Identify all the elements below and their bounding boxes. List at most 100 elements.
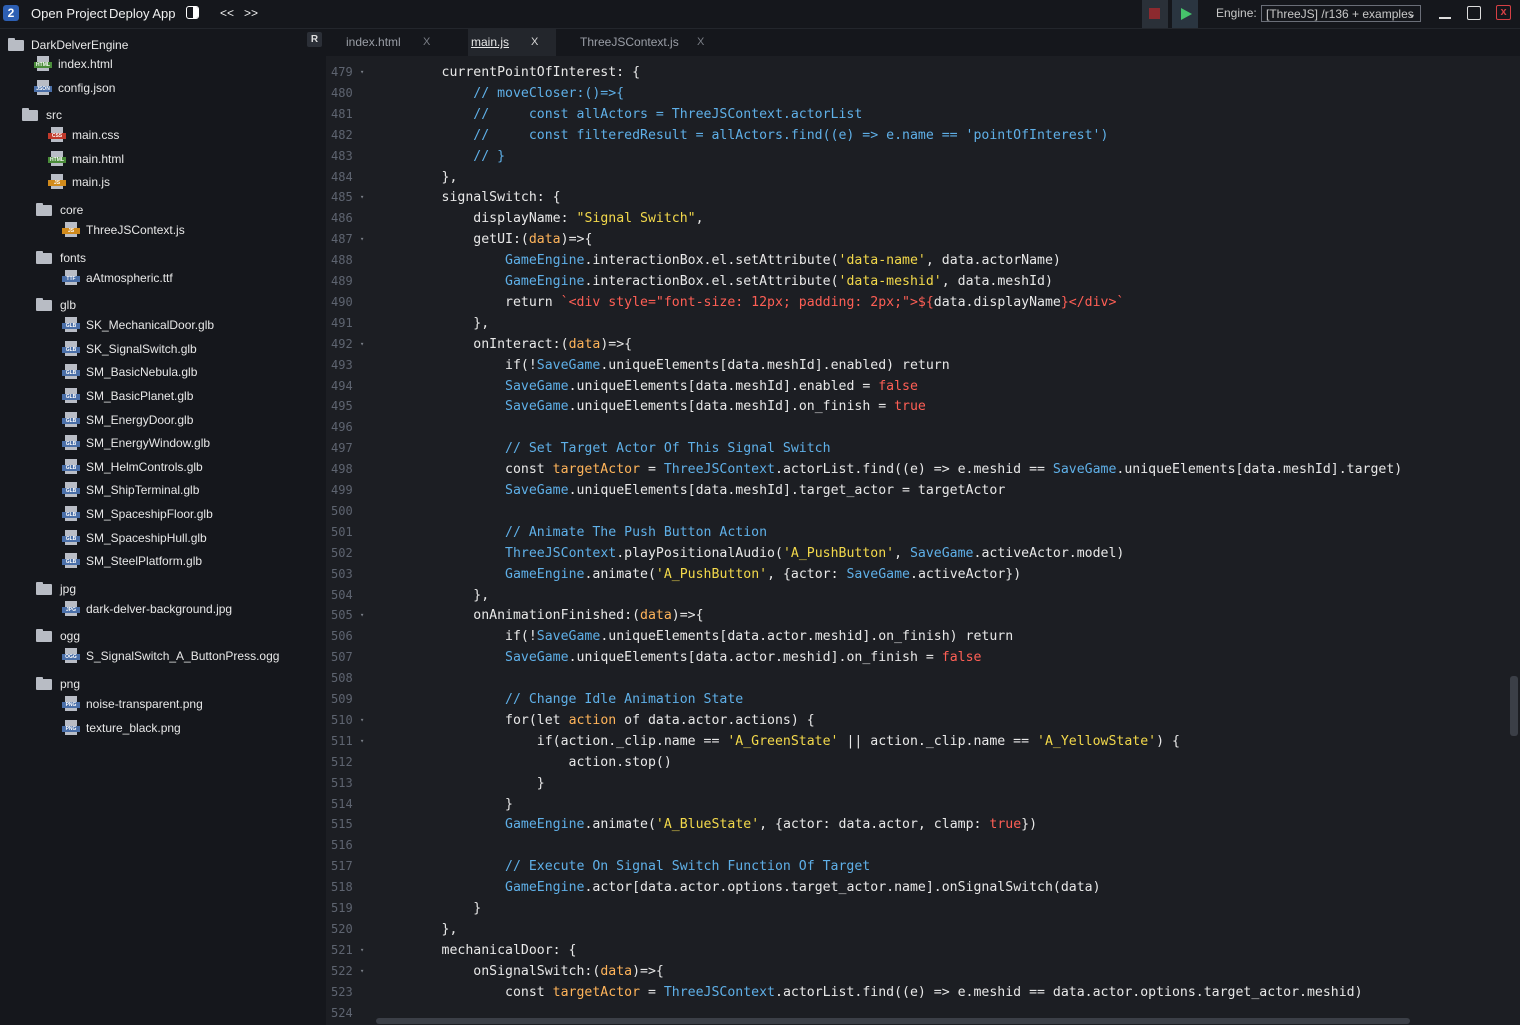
code-line[interactable]: 522 ▾ onSignalSwitch:(data)=>{ [326,961,1506,982]
fold-chevron-icon[interactable]: ▾ [360,940,364,961]
nav-back-button[interactable]: << [220,6,234,20]
code-line[interactable]: 491 }, [326,313,1506,334]
tab-main-js[interactable]: main.js X [468,29,556,56]
code-line[interactable]: 508 [326,668,1506,689]
tab-index-html[interactable]: index.html X [326,29,446,56]
stop-button[interactable] [1142,0,1168,28]
file-label: main.html [72,151,125,166]
vertical-scrollbar[interactable] [1510,676,1518,736]
tab-threejscontext-js[interactable]: ThreeJSContext.js X [580,29,720,56]
code-line[interactable]: 509 // Change Idle Animation State [326,689,1506,710]
folder-label: core [60,203,84,217]
code-line[interactable]: 492 ▾ onInteract:(data)=>{ [326,334,1506,355]
close-window-button[interactable]: x [1496,5,1512,21]
code-line[interactable]: 500 [326,501,1506,522]
code-line[interactable]: 520 }, [326,919,1506,940]
code-token: , {actor: data.actor, clamp: [759,817,990,833]
tab-close-icon[interactable]: X [423,29,430,56]
code-line[interactable]: 485 ▾ signalSwitch: { [326,187,1506,208]
code-line[interactable]: 482 // const filteredResult = allActors.… [326,125,1506,146]
code-line[interactable]: 504 }, [326,585,1506,606]
code-line[interactable]: 495 SaveGame.uniqueElements[data.meshId]… [326,396,1506,417]
code-token: ThreeJSContext [663,462,775,478]
code-token: // const allActors = ThreeJSContext.acto… [378,106,863,122]
fold-chevron-icon[interactable]: ▾ [360,605,364,626]
fold-chevron-icon[interactable]: ▾ [360,229,364,250]
code-line[interactable]: 519 } [326,898,1506,919]
code-line[interactable]: 506 if(!SaveGame.uniqueElements[data.act… [326,626,1506,647]
code-line[interactable]: 490 return `<div style="font-size: 12px;… [326,292,1506,313]
code-line[interactable]: 503 GameEngine.animate('A_PushButton', {… [326,564,1506,585]
run-button[interactable] [1172,0,1198,28]
code-editor[interactable]: 479 ▾ currentPointOfInterest: {480 // mov… [326,56,1520,1025]
maximize-button[interactable] [1466,5,1482,21]
code-line[interactable]: 499 SaveGame.uniqueElements[data.meshId]… [326,480,1506,501]
code-token: // Execute On Signal Switch Function Of … [378,859,871,875]
code-line[interactable]: 479 ▾ currentPointOfInterest: { [326,62,1506,83]
engine-select[interactable]: [ThreeJS] /r136 + examples ⌄ [1261,5,1421,22]
tab-close-icon[interactable]: X [697,29,704,56]
tab-close-icon[interactable]: X [531,29,538,56]
open-project-button[interactable]: Open Project [31,6,107,21]
code-line[interactable]: 484 }, [326,167,1506,188]
fold-chevron-icon[interactable]: ▾ [360,187,364,208]
theme-toggle-icon[interactable] [186,6,199,19]
file-type-tag: GLB [62,346,80,353]
code-token: ThreeJSContext [663,984,775,1000]
code-line[interactable]: 510 ▾ for(let action of data.actor.action… [326,710,1506,731]
app-logo-icon[interactable]: 2 [3,5,19,21]
code-token: of data.actor.actions) { [616,712,815,728]
code-token: if(! [378,357,537,373]
code-line[interactable]: 521 ▾ mechanicalDoor: { [326,940,1506,961]
maximize-icon [1467,6,1481,20]
code-line[interactable]: 502 ThreeJSContext.playPositionalAudio('… [326,543,1506,564]
line-number: 492 [331,336,353,351]
code-line[interactable]: 480 // moveCloser:()=>{ [326,83,1506,104]
code-line[interactable]: 513 } [326,773,1506,794]
code-line[interactable]: 507 SaveGame.uniqueElements[data.actor.m… [326,647,1506,668]
code-line[interactable]: 501 // Animate The Push Button Action [326,522,1506,543]
folder-icon [36,581,52,595]
fold-chevron-icon[interactable]: ▾ [360,334,364,355]
code-line[interactable]: 511 ▾ if(action._clip.name == 'A_GreenSta… [326,731,1506,752]
fold-chevron-icon[interactable]: ▾ [360,731,364,752]
code-line[interactable]: 523 const targetActor = ThreeJSContext.a… [326,982,1506,1003]
file-icon: PNG [62,696,80,711]
code-line[interactable]: 496 [326,417,1506,438]
code-line[interactable]: 493 if(!SaveGame.uniqueElements[data.mes… [326,355,1506,376]
fold-chevron-icon[interactable]: ▾ [360,961,364,982]
code-line[interactable]: 489 GameEngine.interactionBox.el.setAttr… [326,271,1506,292]
code-line[interactable]: 488 GameEngine.interactionBox.el.setAttr… [326,250,1506,271]
file-icon: GLB [62,529,80,545]
file-type-tag: HTML [34,62,52,68]
code-line[interactable]: 517 // Execute On Signal Switch Function… [326,856,1506,877]
project-badge[interactable]: R [307,32,322,47]
file-label: main.js [72,175,111,190]
engine-label: Engine: [1216,6,1257,20]
code-line[interactable]: 515 GameEngine.animate('A_BlueState', {a… [326,814,1506,835]
code-line[interactable]: 497 // Set Target Actor Of This Signal S… [326,438,1506,459]
code-token: 'A_YellowState' [1037,733,1157,749]
code-line[interactable]: 486 displayName: "Signal Switch", [326,208,1506,229]
line-number: 496 [331,420,353,435]
code-line[interactable]: 483 // } [326,146,1506,167]
fold-chevron-icon[interactable]: ▾ [360,62,364,83]
code-line[interactable]: 516 [326,835,1506,856]
code-line[interactable]: 512 action.stop() [326,752,1506,773]
minimize-button[interactable] [1437,5,1453,21]
code-line[interactable]: 487 ▾ getUI:(data)=>{ [326,229,1506,250]
code-token: }, [378,315,490,331]
deploy-app-button[interactable]: Deploy App [109,6,176,21]
file-label: index.html [58,57,113,71]
file-icon: GLB [62,435,80,451]
code-line[interactable]: 481 // const allActors = ThreeJSContext.… [326,104,1506,125]
code-token: }) [1021,817,1038,833]
nav-forward-button[interactable]: >> [244,6,258,20]
code-line[interactable]: 498 const targetActor = ThreeJSContext.a… [326,459,1506,480]
code-line[interactable]: 518 GameEngine.actor[data.actor.options.… [326,877,1506,898]
fold-chevron-icon[interactable]: ▾ [360,710,364,731]
code-line[interactable]: 494 SaveGame.uniqueElements[data.meshId]… [326,376,1506,397]
horizontal-scrollbar[interactable] [376,1018,1410,1024]
code-line[interactable]: 505 ▾ onAnimationFinished:(data)=>{ [326,605,1506,626]
code-line[interactable]: 514 } [326,794,1506,815]
